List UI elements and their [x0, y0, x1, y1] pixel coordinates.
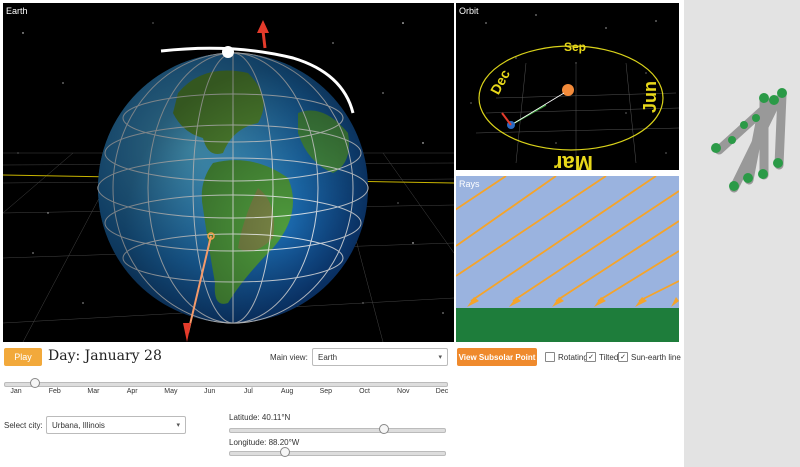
earth-view-panel[interactable]: Earth — [3, 3, 454, 342]
rays-scene — [456, 176, 679, 342]
north-axis-arrow — [257, 20, 269, 49]
chevron-down-icon: ▾ — [176, 422, 180, 429]
sun-rays — [456, 176, 679, 302]
longitude-slider-thumb[interactable] — [279, 447, 290, 457]
longitude-slider-track[interactable] — [229, 451, 446, 456]
orbit-label-sep: Sep — [564, 40, 586, 54]
orbit-scene[interactable]: Sep Dec Jun Mar — [456, 3, 679, 170]
side-decoration-area — [684, 0, 800, 467]
day-slider-track[interactable] — [4, 382, 448, 387]
tilted-checkbox[interactable]: ✓ Tilted — [586, 352, 618, 362]
city-value: Urbana, Illinois — [52, 420, 105, 430]
hand-model-icon — [711, 88, 787, 193]
month-label: Jun — [203, 388, 216, 395]
orbit-path — [478, 45, 664, 151]
rotating-checkbox-box[interactable] — [545, 352, 555, 362]
month-label: Nov — [397, 388, 410, 395]
sun-icon — [562, 84, 574, 96]
month-label: Jul — [243, 388, 253, 395]
longitude-label: Longitude: 88.20°W — [229, 438, 300, 447]
ray-arrowheads — [467, 297, 679, 307]
orbit-label-dec: Dec — [487, 67, 513, 97]
month-label: Oct — [359, 388, 370, 395]
month-label: Mar — [87, 388, 100, 395]
main-view-value: Earth — [318, 352, 338, 362]
rotating-label: Rotating — [558, 352, 588, 362]
earth-globe[interactable] — [97, 52, 369, 324]
month-label: May — [164, 388, 178, 395]
controls-area: Play Day: January 28 Main view: Earth ▾ … — [0, 343, 684, 467]
rotating-checkbox[interactable]: Rotating — [545, 352, 588, 362]
orbit-label-jun: Jun — [640, 81, 660, 113]
ground — [456, 308, 679, 342]
city-select[interactable]: Urbana, Illinois ▾ — [46, 416, 186, 434]
month-label: Sep — [319, 388, 333, 395]
main-view-select[interactable]: Earth ▾ — [312, 348, 448, 366]
latitude-slider-thumb[interactable] — [378, 424, 389, 434]
play-button[interactable]: Play — [4, 348, 42, 366]
tilted-label: Tilted — [599, 352, 619, 362]
orbit-view-panel[interactable]: Sep Dec Jun Mar Orbit — [456, 3, 679, 170]
rays-panel-label: Rays — [459, 179, 480, 189]
sun-earth-line-label: Sun-earth line — [631, 352, 681, 362]
earth-panel-label: Earth — [6, 6, 28, 16]
main-view-label: Main view: — [270, 353, 308, 362]
orbit-panel-label: Orbit — [459, 6, 479, 16]
rays-view-panel[interactable]: Rays — [456, 176, 679, 342]
select-city-label: Select city: — [4, 421, 43, 430]
sun-earth-line-checkbox[interactable]: ✓ Sun-earth line — [618, 352, 681, 362]
month-label: Apr — [126, 388, 138, 395]
day-slider-thumb[interactable] — [29, 378, 40, 388]
month-label: Jan — [10, 388, 22, 395]
month-label: Dec — [435, 388, 449, 395]
south-axis-arrow — [183, 323, 191, 342]
chevron-down-icon: ▾ — [438, 354, 442, 361]
view-subsolar-point-button[interactable]: View Subsolar Point — [457, 348, 537, 366]
subsolar-marker — [222, 46, 234, 58]
month-label: Aug — [280, 388, 294, 395]
latitude-label: Latitude: 40.11°N — [229, 413, 291, 422]
tilted-checkbox-box[interactable]: ✓ — [586, 352, 596, 362]
day-display: Day: January 28 — [48, 348, 162, 364]
sun-earth-line-checkbox-box[interactable]: ✓ — [618, 352, 628, 362]
month-label: Feb — [48, 388, 61, 395]
earth-scene[interactable] — [3, 3, 454, 342]
orbit-label-mar: Mar — [553, 151, 593, 170]
latitude-slider-track[interactable] — [229, 428, 446, 433]
